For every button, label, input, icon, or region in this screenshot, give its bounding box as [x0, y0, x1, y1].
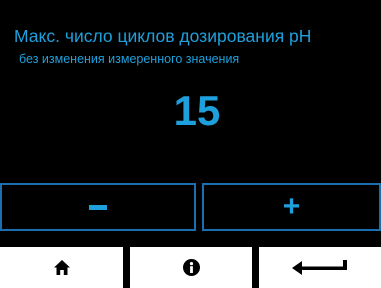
return-arrow-icon — [292, 259, 347, 275]
home-button[interactable] — [0, 247, 123, 288]
home-icon — [53, 260, 70, 275]
screen-title: Макс. число циклов дозирования pH — [14, 26, 312, 46]
info-icon — [182, 259, 200, 276]
back-button[interactable] — [259, 247, 381, 288]
screen-subtitle: без изменения измеренного значения — [19, 52, 240, 66]
minus-icon — [89, 204, 107, 210]
plus-icon: + — [282, 190, 301, 223]
cycle-count-value: 15 — [173, 87, 221, 134]
info-button[interactable] — [130, 247, 252, 288]
decrement-button[interactable] — [0, 183, 196, 231]
increment-button[interactable]: + — [202, 183, 381, 231]
